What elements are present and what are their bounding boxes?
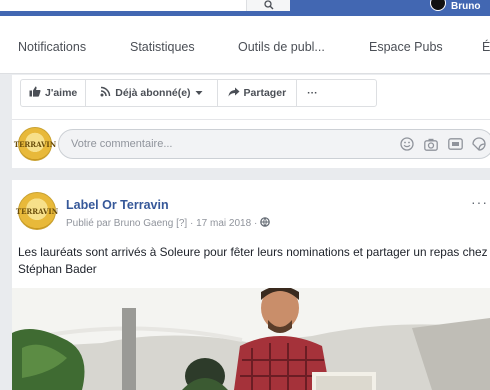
share-arrow-icon (228, 87, 240, 100)
avatar (430, 0, 446, 11)
tab-publishing-tools[interactable]: Outils de publ... (238, 40, 325, 54)
info-mark[interactable]: [?] (176, 218, 187, 229)
like-button[interactable]: J'aime (21, 80, 87, 106)
page-logo-avatar: TERRAVIN (14, 127, 56, 161)
tab-ads[interactable]: Espace Pubs (369, 40, 443, 54)
camera-icon[interactable] (423, 136, 439, 152)
page-actions-card: J'aime Déjà abonné(e) Partager ··· TERRA… (12, 74, 490, 168)
post-date-link[interactable]: 17 mai 2018 (196, 218, 251, 229)
rss-icon (100, 86, 111, 100)
logo-text: TERRAVIN (15, 206, 59, 216)
published-by[interactable]: Publié par Bruno Gaeng (66, 218, 173, 229)
meta-separator: · (253, 218, 258, 229)
comment-placeholder: Votre commentaire... (71, 138, 173, 150)
post-page-avatar[interactable]: TERRAVIN (15, 192, 59, 230)
thumbs-up-icon (29, 86, 41, 100)
page-nav: Notifications Statistiques Outils de pub… (0, 16, 490, 74)
user-profile-link[interactable]: Bruno (430, 0, 480, 12)
globe-icon[interactable] (260, 217, 270, 229)
tab-more[interactable]: É (482, 40, 490, 54)
subscribed-button[interactable]: Déjà abonné(e) (86, 80, 218, 106)
like-label: J'aime (45, 87, 78, 99)
post-text: Les lauréats sont arrivés à Soleure pour… (18, 245, 488, 276)
share-button[interactable]: Partager (218, 80, 298, 106)
more-options-button[interactable]: ··· (297, 80, 328, 106)
comment-input[interactable]: Votre commentaire... (58, 129, 490, 159)
meta-separator: · (189, 218, 194, 229)
emoji-icon[interactable] (399, 136, 415, 152)
search-button[interactable] (246, 0, 290, 11)
post-card: TERRAVIN Label Or Terravin Publié par Br… (12, 180, 490, 390)
post-meta: Publié par Bruno Gaeng [?] · 17 mai 2018… (66, 217, 270, 229)
tab-statistics[interactable]: Statistiques (130, 40, 195, 54)
top-bar: Bruno (0, 0, 490, 16)
user-name: Bruno (451, 0, 481, 12)
post-options-button[interactable]: ··· (471, 194, 488, 210)
gif-icon[interactable] (447, 136, 463, 152)
sticker-icon[interactable] (471, 136, 487, 152)
caret-down-icon (195, 87, 203, 99)
action-bar: J'aime Déjà abonné(e) Partager ··· (20, 79, 377, 107)
logo-text: TERRAVIN (13, 139, 57, 149)
post-photo[interactable] (12, 288, 490, 390)
share-label: Partager (243, 87, 287, 99)
divider (12, 119, 490, 120)
post-page-name-link[interactable]: Label Or Terravin (66, 198, 169, 212)
comment-tools (399, 136, 487, 152)
comment-row: TERRAVIN Votre commentaire... (14, 127, 490, 163)
tab-notifications[interactable]: Notifications (18, 40, 86, 54)
subscribed-label: Déjà abonné(e) (115, 87, 191, 99)
search-icon (263, 0, 274, 15)
